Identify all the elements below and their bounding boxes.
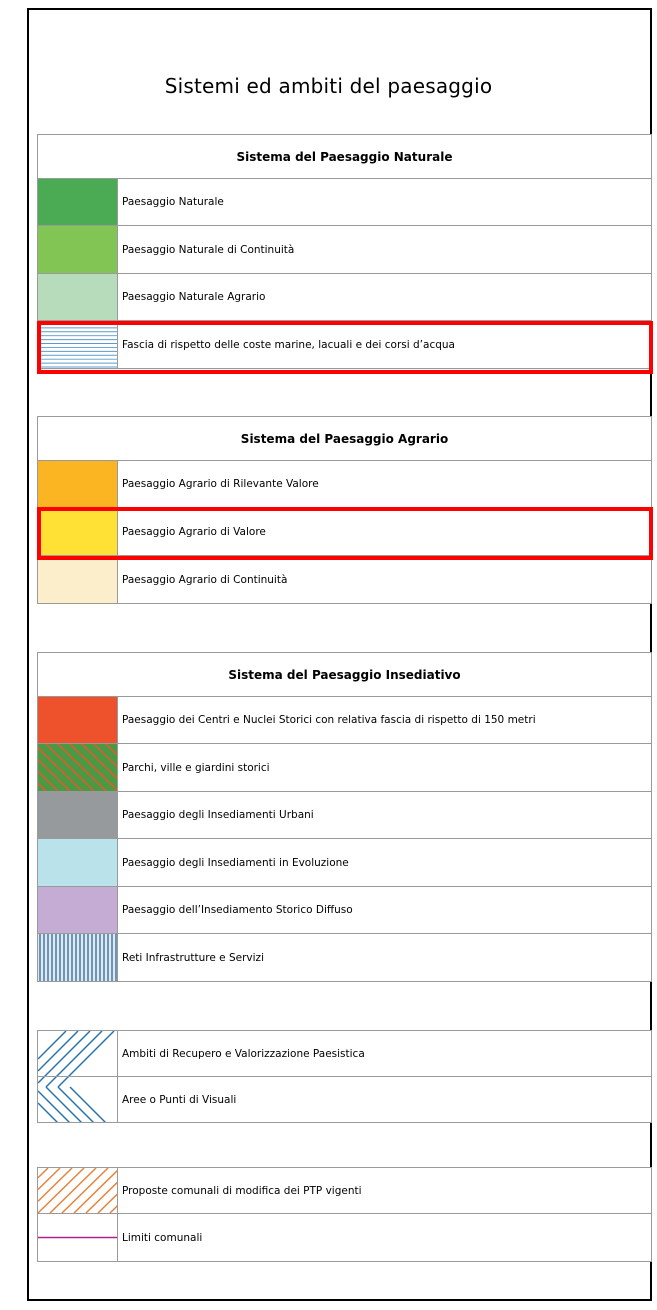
legend-label: Ambiti di Recupero e Valorizzazione Paes… <box>122 1047 365 1060</box>
legend-label: Reti Infrastrutture e Servizi <box>122 951 264 964</box>
legend-row-historic-centers: Paesaggio dei Centri e Nuclei Storici co… <box>38 697 651 744</box>
legend-label: Paesaggio dei Centri e Nuclei Storici co… <box>122 714 536 726</box>
legend-label: Fascia di rispetto delle coste marine, l… <box>122 338 455 351</box>
blue-reverse-diagonal-hatch-swatch <box>38 1077 118 1122</box>
solid-cream-swatch <box>38 556 118 603</box>
solid-pale-green-swatch <box>38 274 118 320</box>
legend-row-natural-agrarian: Paesaggio Naturale Agrario <box>38 274 651 321</box>
legend-row-agrarian-relevant: Paesaggio Agrario di Rilevante Valore <box>38 461 651 508</box>
solid-green-swatch <box>38 179 118 225</box>
section-header: Sistema del Paesaggio Naturale <box>38 135 651 179</box>
legend-row-diffuse-historic: Paesaggio dell’Insediamento Storico Diff… <box>38 887 651 934</box>
page-title: Sistemi ed ambiti del paesaggio <box>164 74 493 98</box>
legend-row-municipal-limits: Limiti comunali <box>38 1214 651 1262</box>
natural-landscape-legend: Sistema del Paesaggio Naturale Paesaggio… <box>37 134 652 369</box>
solid-orange-swatch <box>38 461 118 507</box>
solid-grey-swatch <box>38 792 118 838</box>
legend-label: Paesaggio dell’Insediamento Storico Diff… <box>122 904 353 916</box>
legend-label: Paesaggio degli Insediamenti Urbani <box>122 809 314 821</box>
areas-legend: Ambiti di Recupero e Valorizzazione Paes… <box>37 1030 652 1123</box>
agrarian-landscape-legend: Sistema del Paesaggio Agrario Paesaggio … <box>37 416 652 604</box>
legend-row-infrastructure: Reti Infrastrutture e Servizi <box>38 934 651 982</box>
legend-label: Aree o Punti di Visuali <box>122 1093 237 1106</box>
legend-row-recovery: Ambiti di Recupero e Valorizzazione Paes… <box>38 1031 651 1077</box>
legend-label: Limiti comunali <box>122 1231 203 1244</box>
legend-label: Paesaggio Naturale di Continuità <box>122 243 295 256</box>
legend-row-evolution: Paesaggio degli Insediamenti in Evoluzio… <box>38 839 651 887</box>
legend-label: Paesaggio Agrario di Continuità <box>122 573 288 586</box>
legend-label: Paesaggio degli Insediamenti in Evoluzio… <box>122 856 349 869</box>
solid-light-blue-swatch <box>38 839 118 886</box>
settlement-landscape-legend: Sistema del Paesaggio Insediativo Paesag… <box>37 652 652 982</box>
legend-label: Proposte comunali di modifica dei PTP vi… <box>122 1184 362 1197</box>
legend-row-proposals: Proposte comunali di modifica dei PTP vi… <box>38 1168 651 1214</box>
section-header: Sistema del Paesaggio Insediativo <box>38 653 651 697</box>
legend-label: Parchi, ville e giardini storici <box>122 761 270 774</box>
legend-row-views: Aree o Punti di Visuali <box>38 1077 651 1123</box>
legend-label: Paesaggio Naturale Agrario <box>122 291 266 303</box>
vertical-blue-lines-swatch <box>38 934 118 981</box>
legend-row-natural: Paesaggio Naturale <box>38 179 651 226</box>
solid-red-orange-swatch <box>38 697 118 743</box>
legend-row-water-band: Fascia di rispetto delle coste marine, l… <box>38 321 651 369</box>
green-orange-hatch-swatch <box>38 744 118 791</box>
horizontal-blue-lines-swatch <box>38 321 118 368</box>
legend-row-natural-continuity: Paesaggio Naturale di Continuità <box>38 226 651 274</box>
other-legend: Proposte comunali di modifica dei PTP vi… <box>37 1167 652 1262</box>
purple-line-swatch <box>38 1214 118 1261</box>
legend-row-urban: Paesaggio degli Insediamenti Urbani <box>38 792 651 839</box>
legend-label: Paesaggio Agrario di Valore <box>122 525 266 538</box>
blue-diagonal-hatch-swatch <box>38 1031 118 1076</box>
legend-row-parks: Parchi, ville e giardini storici <box>38 744 651 792</box>
legend-label: Paesaggio Agrario di Rilevante Valore <box>122 478 319 490</box>
solid-light-green-swatch <box>38 226 118 273</box>
solid-yellow-swatch <box>38 508 118 555</box>
legend-row-agrarian-value: Paesaggio Agrario di Valore <box>38 508 651 556</box>
legend-label: Paesaggio Naturale <box>122 196 224 208</box>
section-header: Sistema del Paesaggio Agrario <box>38 417 651 461</box>
orange-diagonal-hatch-swatch <box>38 1168 118 1213</box>
solid-lilac-swatch <box>38 887 118 933</box>
legend-row-agrarian-continuity: Paesaggio Agrario di Continuità <box>38 556 651 604</box>
